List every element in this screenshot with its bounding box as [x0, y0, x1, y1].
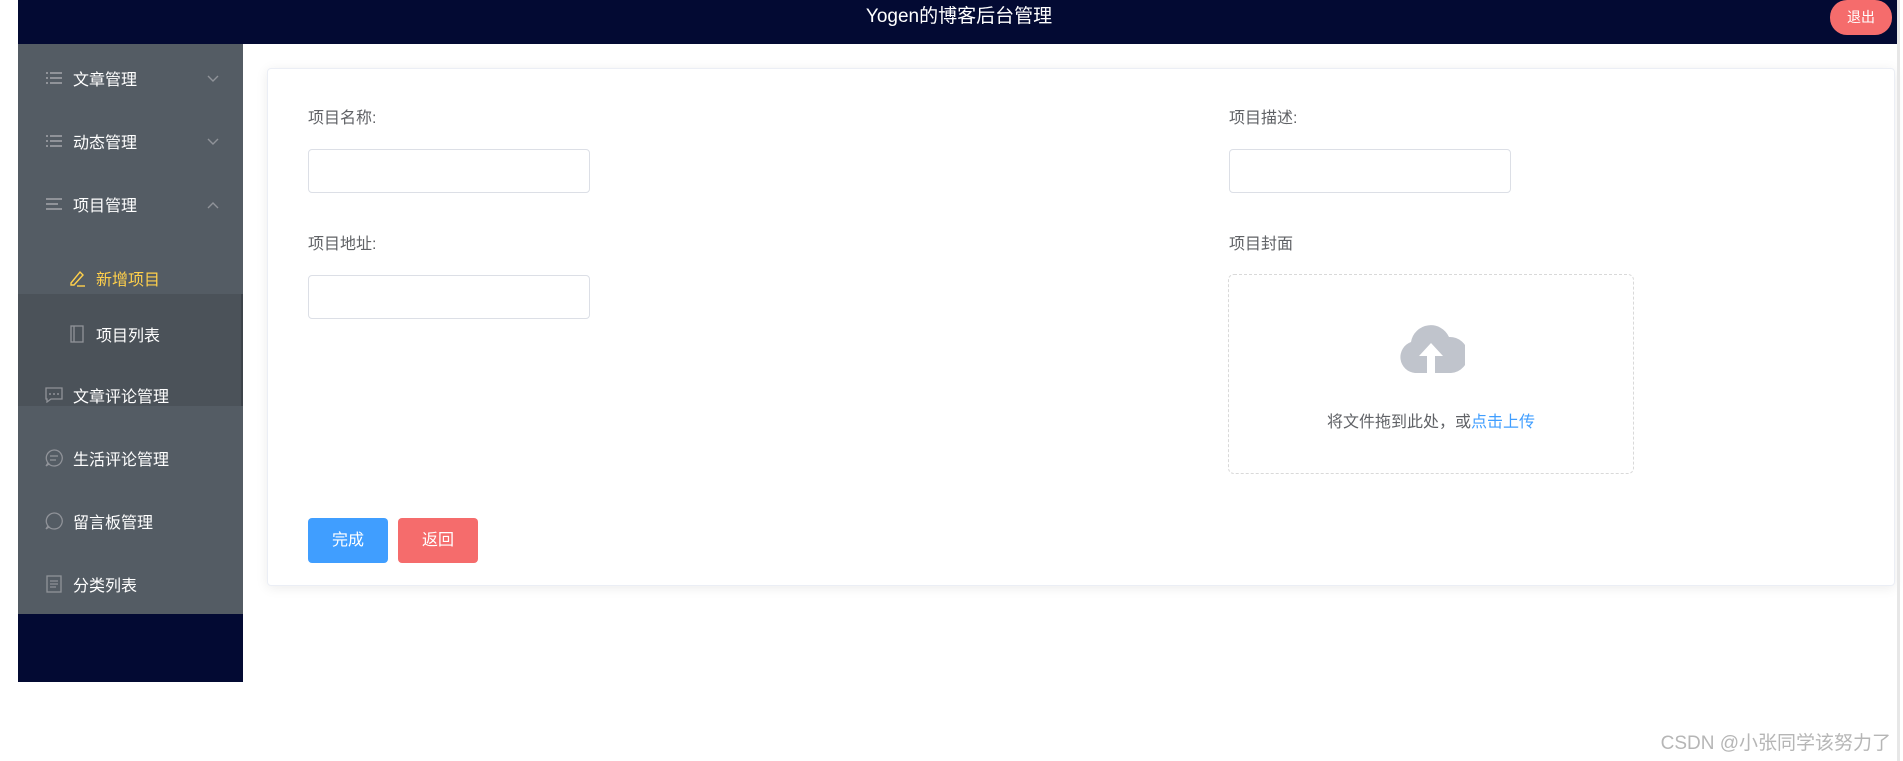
upload-hint-text: 将文件拖到此处，或	[1326, 414, 1471, 431]
chat-dots-icon	[45, 386, 63, 404]
project-name-input[interactable]	[308, 149, 590, 193]
app-frame: Yogen的博客后台管理 退出 文章管理 动态管理 项目管理 新增项目 项目列表…	[18, 0, 1900, 761]
chevron-down-icon	[207, 133, 219, 151]
top-header: Yogen的博客后台管理 退出	[18, 0, 1900, 44]
sidebar-item-articles[interactable]: 文章管理	[18, 50, 243, 106]
project-url-label: 项目地址:	[308, 236, 377, 253]
project-desc-input[interactable]	[1229, 149, 1511, 193]
project-form-card: 项目名称: 项目描述: 项目地址: 项目封面 将文件拖到此处，或点击上传 完成 …	[267, 68, 1895, 586]
sidebar-subitem-label: 新增项目	[96, 272, 161, 289]
logout-button[interactable]: 退出	[1830, 0, 1892, 35]
project-name-label: 项目名称:	[308, 110, 377, 127]
sidebar-item-label: 留言板管理	[73, 515, 154, 532]
sidebar-item-projects[interactable]: 项目管理	[18, 176, 243, 232]
chat-lines-icon	[45, 449, 63, 467]
watermark-text: CSDN @小张同学该努力了	[1660, 733, 1891, 754]
sidebar-item-categories[interactable]: 分类列表	[18, 556, 243, 612]
sidebar-item-life-comments[interactable]: 生活评论管理	[18, 430, 243, 486]
edit-pen-icon	[68, 269, 86, 287]
back-button[interactable]: 返回	[398, 518, 478, 563]
sidebar-item-label: 动态管理	[73, 135, 138, 152]
upload-cloud-icon	[1397, 323, 1469, 380]
sidebar-footer	[18, 614, 243, 682]
sidebar-subitem-project-list[interactable]: 项目列表	[18, 306, 243, 362]
document-icon	[45, 575, 63, 593]
menu-lines-icon	[45, 132, 63, 150]
sidebar-item-article-comments[interactable]: 文章评论管理	[18, 367, 243, 423]
sidebar-item-label: 项目管理	[73, 198, 138, 215]
cover-upload-dropzone[interactable]: 将文件拖到此处，或点击上传	[1228, 274, 1634, 474]
project-cover-label: 项目封面	[1229, 236, 1294, 253]
sidebar-item-label: 文章管理	[73, 72, 138, 89]
chevron-up-icon	[207, 196, 219, 214]
upload-click-link[interactable]: 点击上传	[1471, 414, 1535, 431]
notebook-icon	[68, 325, 86, 343]
right-border	[1897, 0, 1900, 761]
chevron-down-icon	[207, 70, 219, 88]
project-desc-label: 项目描述:	[1229, 110, 1298, 127]
menu-lines-icon	[45, 69, 63, 87]
sidebar-item-label: 分类列表	[73, 578, 138, 595]
sidebar-subitem-add-project[interactable]: 新增项目	[18, 250, 243, 306]
page-title: Yogen的博客后台管理	[865, 6, 1053, 27]
menu-lines-icon	[45, 195, 63, 213]
chat-round-icon	[45, 512, 63, 530]
sidebar-item-label: 生活评论管理	[73, 452, 170, 469]
sidebar-menu: 文章管理 动态管理 项目管理 新增项目 项目列表 文章评论管理 生活评论管理 留…	[18, 44, 243, 614]
sidebar-item-label: 文章评论管理	[73, 389, 170, 406]
sidebar-item-guestbook[interactable]: 留言板管理	[18, 493, 243, 549]
submit-button[interactable]: 完成	[308, 518, 388, 563]
project-url-input[interactable]	[308, 275, 590, 319]
sidebar-item-moments[interactable]: 动态管理	[18, 113, 243, 169]
sidebar-subitem-label: 项目列表	[96, 328, 161, 345]
upload-hint: 将文件拖到此处，或点击上传	[1229, 408, 1633, 432]
